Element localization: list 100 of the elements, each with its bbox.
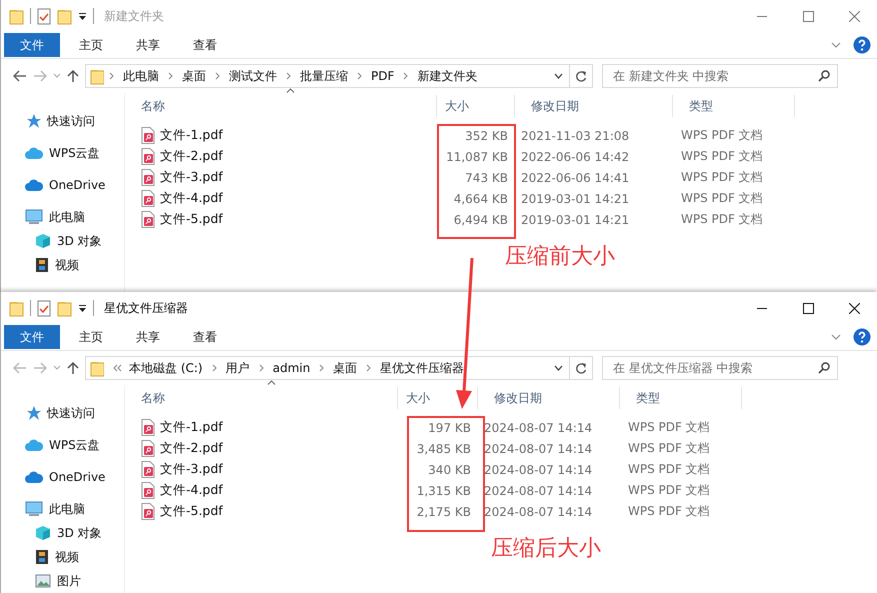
chevron-right-icon — [285, 72, 292, 80]
file-name[interactable]: 文件-4.pdf — [160, 190, 223, 207]
file-name[interactable]: 文件-3.pdf — [160, 461, 223, 478]
file-type: WPS PDF 文档 — [627, 503, 711, 520]
ribbon-tab[interactable]: 共享 — [122, 325, 174, 349]
cloud-icon — [25, 470, 43, 484]
breadcrumb[interactable]: admin — [268, 361, 314, 375]
breadcrumb[interactable]: PDF — [367, 69, 398, 83]
file-size: 340 KB — [427, 462, 472, 476]
file-name[interactable]: 文件-5.pdf — [160, 211, 223, 228]
film-icon — [35, 257, 49, 273]
sidebar-item[interactable]: 此电脑 — [1, 499, 91, 519]
file-name[interactable]: 文件-4.pdf — [160, 482, 223, 499]
column-header[interactable]: 类型 — [620, 387, 742, 409]
refresh-icon[interactable] — [575, 70, 587, 82]
breadcrumb[interactable]: 批量压缩 — [296, 68, 352, 84]
breadcrumb[interactable]: 此电脑 — [119, 68, 163, 84]
computer-icon — [25, 209, 43, 225]
file-size: 6,494 KB — [452, 212, 509, 226]
breadcrumb[interactable]: 新建文件夹 — [413, 68, 482, 84]
sidebar-item[interactable]: WPS云盘 — [1, 435, 106, 455]
file-name[interactable]: 文件-2.pdf — [160, 440, 223, 457]
sidebar-item[interactable]: 视频 — [1, 255, 85, 275]
star-icon — [25, 405, 41, 421]
search-field[interactable]: 在 新建文件夹 中搜索 — [602, 64, 838, 88]
computer-icon — [25, 501, 43, 517]
address-bar[interactable]: 此电脑 桌面 测试文件 批量压缩 PDF 新建文件夹 — [85, 64, 593, 88]
ribbon-tab[interactable]: 查看 — [179, 325, 231, 349]
refresh-icon[interactable] — [575, 362, 587, 374]
film-icon — [35, 549, 49, 565]
search-icon — [818, 362, 830, 374]
pdf-file-icon — [141, 211, 155, 228]
callout-label: 压缩前大小 — [505, 246, 615, 268]
column-header[interactable]: 类型 — [673, 95, 795, 117]
up-arrow-icon[interactable] — [67, 361, 79, 375]
file-name[interactable]: 文件-5.pdf — [160, 503, 223, 520]
search-field[interactable]: 在 星优文件压缩器 中搜索 — [602, 356, 838, 380]
caret-icon[interactable] — [78, 304, 87, 312]
file-type: WPS PDF 文档 — [680, 169, 764, 186]
ribbon-tab[interactable]: 查看 — [179, 33, 231, 57]
modified-date: 2024-08-07 14:14 — [483, 462, 594, 476]
maximize-icon[interactable] — [802, 302, 814, 314]
sidebar-item[interactable]: WPS云盘 — [1, 143, 106, 163]
properties-icon[interactable] — [37, 300, 51, 316]
sidebar-item[interactable]: 3D 对象 — [1, 523, 108, 543]
file-name[interactable]: 文件-2.pdf — [160, 148, 223, 165]
modified-date: 2019-03-01 14:21 — [520, 192, 630, 206]
properties-icon[interactable] — [37, 8, 51, 24]
file-size: 352 KB — [464, 128, 509, 142]
search-icon — [818, 70, 830, 82]
sidebar-item[interactable]: 图片 — [1, 571, 87, 591]
ribbon-tab[interactable]: 主页 — [65, 33, 117, 57]
breadcrumb[interactable]: 用户 — [222, 360, 254, 376]
sidebar-item[interactable]: OneDrive — [1, 467, 112, 487]
column-header[interactable]: 大小 — [437, 95, 515, 117]
back-arrow-icon[interactable] — [13, 70, 27, 82]
file-menu-tab[interactable]: 文件 — [4, 33, 60, 57]
column-header[interactable]: 名称 — [125, 387, 398, 409]
help-icon[interactable] — [853, 328, 871, 346]
breadcrumb[interactable]: 本地磁盘 (C:) — [125, 360, 207, 376]
address-bar[interactable]: 本地磁盘 (C:) 用户 admin 桌面 星优文件压缩器 — [85, 356, 593, 380]
modified-date: 2019-03-01 14:21 — [520, 212, 630, 226]
sidebar-item[interactable]: 此电脑 — [1, 207, 91, 227]
modified-date: 2024-08-07 14:14 — [483, 484, 594, 498]
sidebar-item[interactable]: OneDrive — [1, 175, 112, 195]
cube-icon — [35, 233, 51, 249]
column-header[interactable]: 名称 — [125, 95, 437, 117]
chevron-right-icon — [402, 72, 410, 80]
pdf-file-icon — [141, 461, 155, 478]
column-header[interactable]: 修改日期 — [478, 387, 620, 409]
chevron-down-icon[interactable] — [554, 365, 562, 371]
chevron-right-icon — [210, 364, 218, 372]
breadcrumb[interactable]: 桌面 — [329, 360, 362, 376]
breadcrumb[interactable]: 桌面 — [178, 68, 210, 84]
breadcrumb[interactable]: 测试文件 — [225, 68, 281, 84]
chevron-right-icon — [167, 72, 174, 80]
sidebar-item[interactable]: 快速访问 — [1, 111, 101, 131]
caret-icon[interactable] — [78, 12, 87, 20]
up-arrow-icon[interactable] — [67, 69, 79, 83]
file-type: WPS PDF 文档 — [680, 211, 764, 228]
file-name[interactable]: 文件-1.pdf — [160, 127, 223, 144]
file-name[interactable]: 文件-3.pdf — [160, 169, 223, 186]
column-header[interactable]: 修改日期 — [515, 95, 673, 117]
chevron-down-icon[interactable] — [554, 73, 562, 79]
sidebar-item[interactable]: 视频 — [1, 547, 85, 567]
file-type: WPS PDF 文档 — [680, 190, 764, 207]
breadcrumb[interactable]: 星优文件压缩器 — [376, 360, 468, 376]
close-icon[interactable] — [848, 302, 860, 314]
file-name[interactable]: 文件-1.pdf — [160, 419, 223, 436]
sidebar-item[interactable]: 3D 对象 — [1, 231, 108, 251]
help-icon[interactable] — [853, 36, 871, 54]
pdf-file-icon — [141, 127, 155, 144]
overflow-chevron-icon[interactable] — [112, 364, 123, 372]
file-type: WPS PDF 文档 — [680, 148, 764, 165]
chevron-right-icon — [365, 364, 372, 372]
sidebar-item[interactable]: 快速访问 — [1, 403, 101, 423]
ribbon-tab[interactable]: 共享 — [122, 33, 174, 57]
file-menu-tab[interactable]: 文件 — [4, 325, 60, 349]
chevron-right-icon — [356, 72, 363, 80]
ribbon-tab[interactable]: 主页 — [65, 325, 117, 349]
